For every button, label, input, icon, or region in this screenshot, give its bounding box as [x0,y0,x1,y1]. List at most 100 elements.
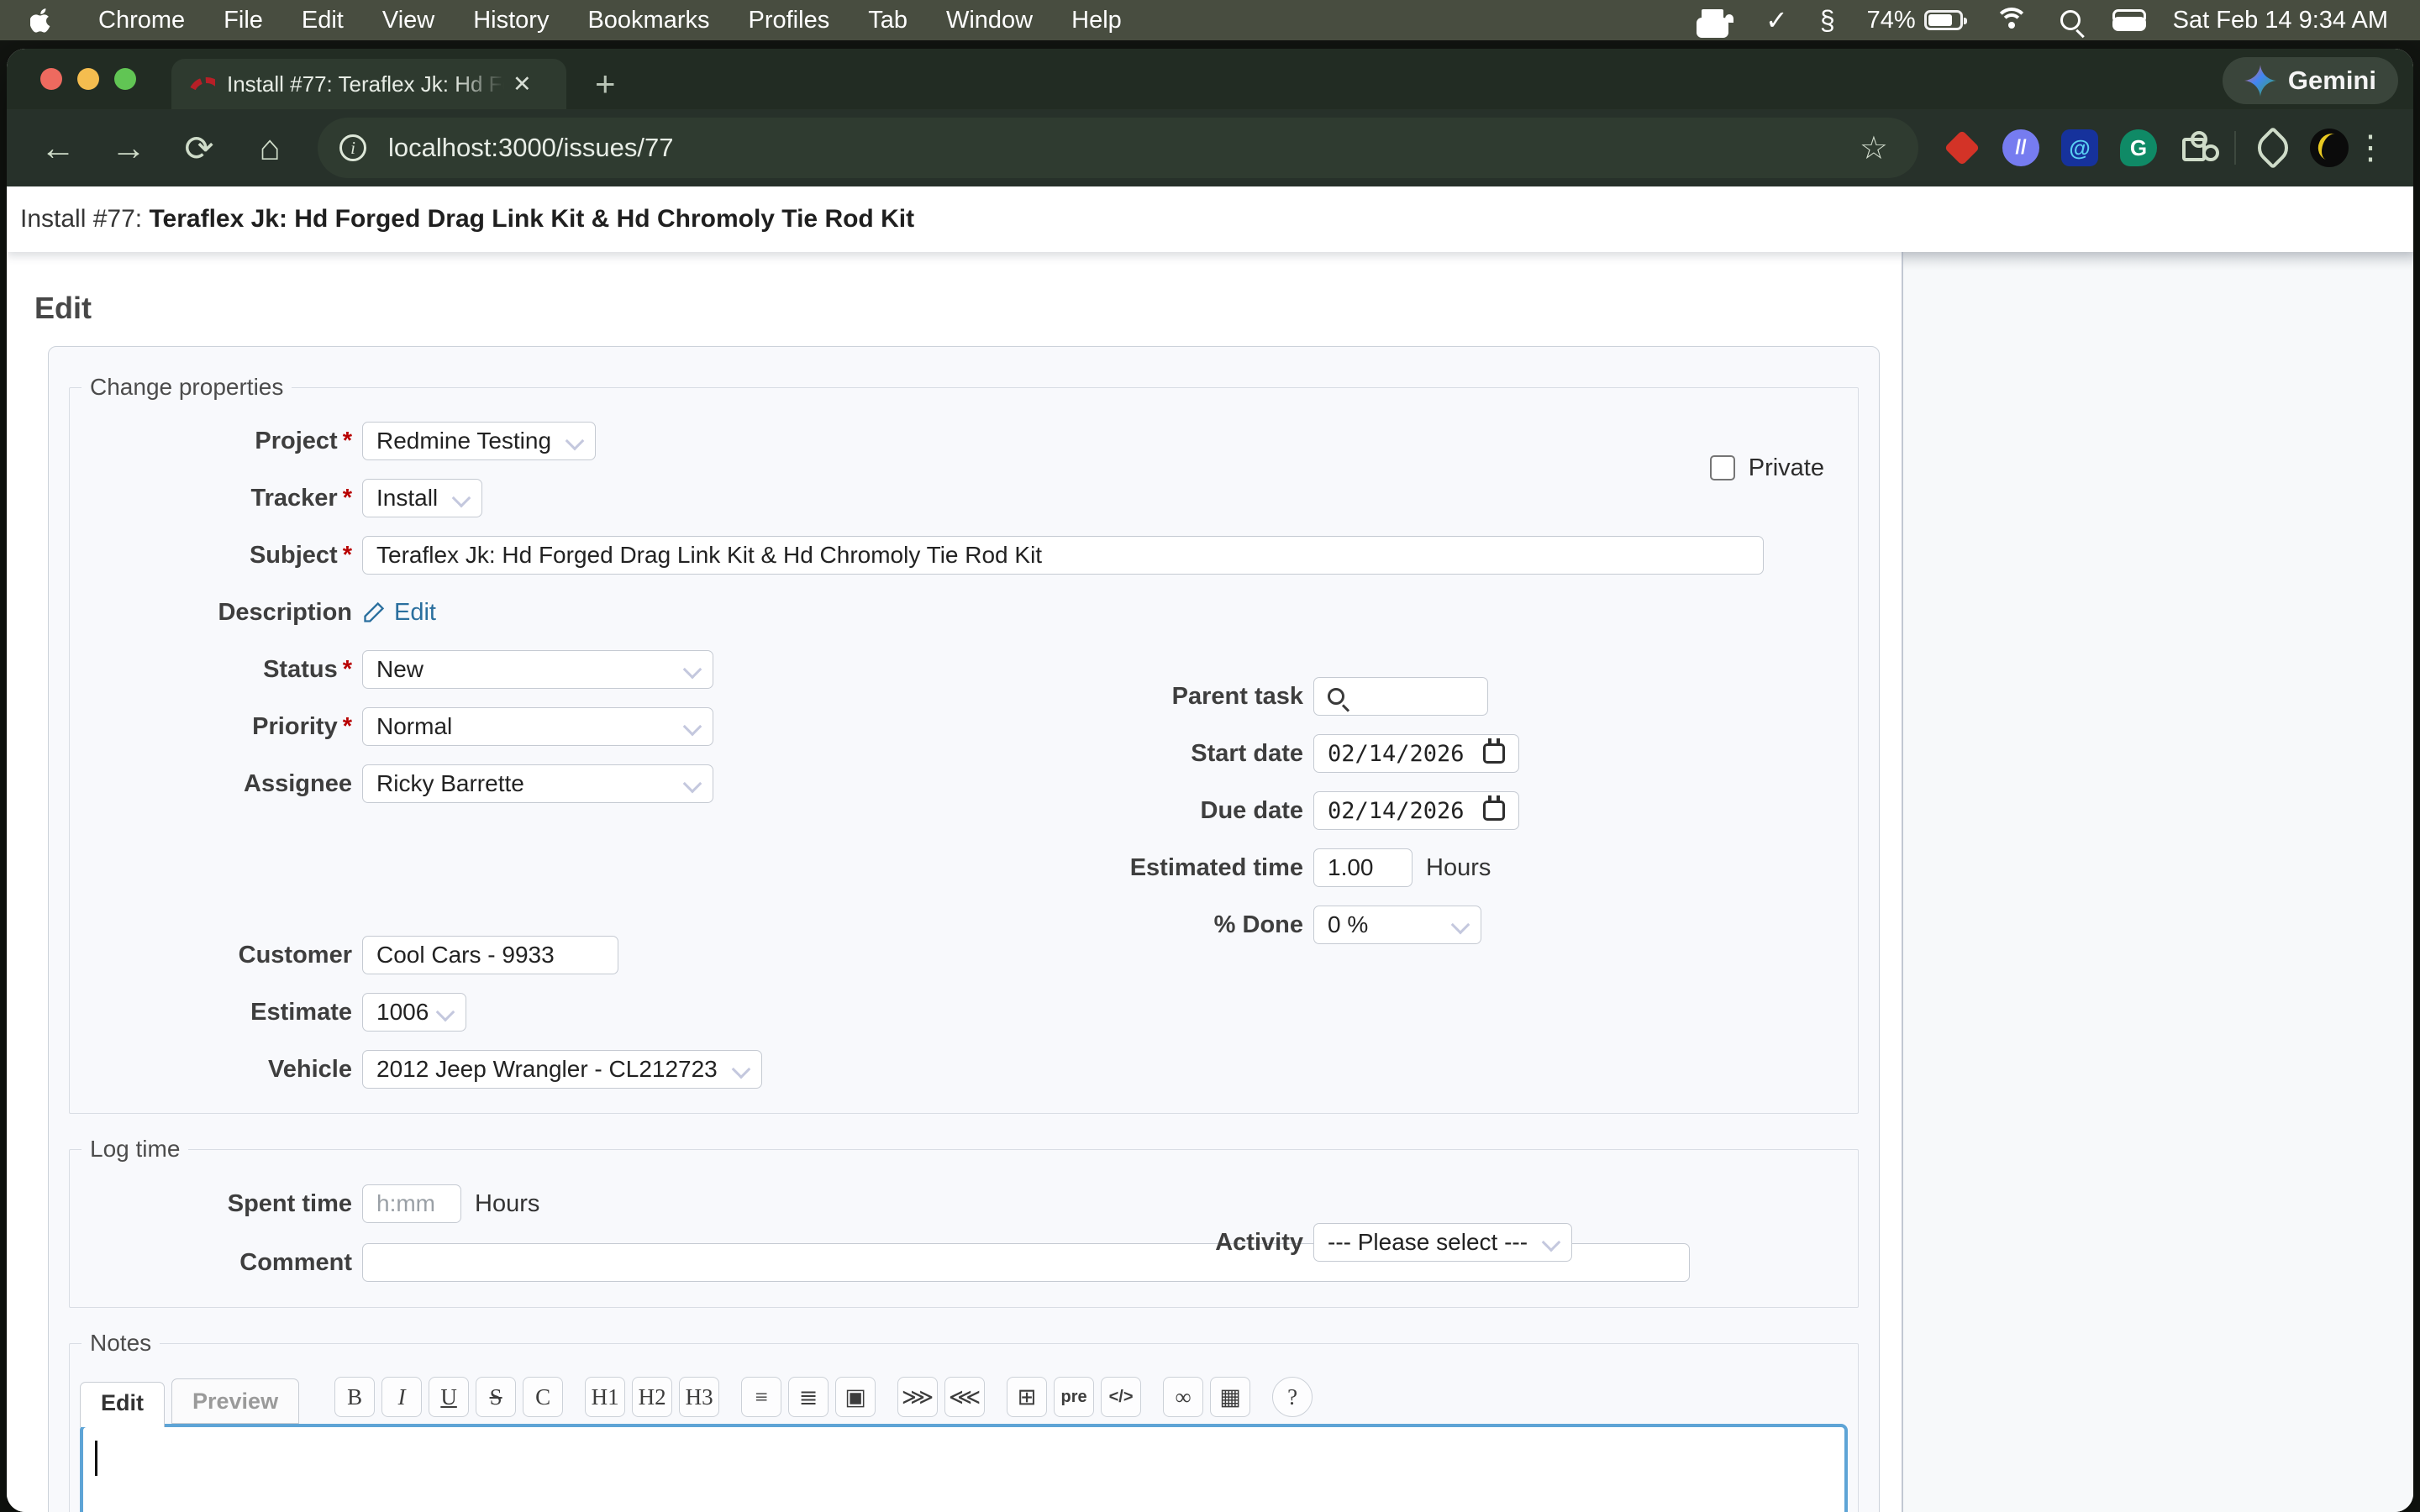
due-date-input[interactable]: 02/14/2026 [1313,791,1519,830]
macos-menubar: ChromeFileEditViewHistoryBookmarksProfil… [0,0,2420,40]
chrome-menu-icon[interactable]: ⋮ [2354,129,2387,167]
project-select[interactable]: Redmine Testing [362,422,596,460]
url-text[interactable]: localhost:3000/issues/77 [388,133,674,163]
tab-strip: Install #77: Teraflex Jk: Hd Fo ✕ + Gemi… [7,49,2413,109]
grammarly-icon[interactable]: G [2120,129,2157,166]
due-date-row: Due date 02/14/2026 [902,782,1893,839]
parent-task-row: Parent task [902,668,1893,725]
extension-red-icon[interactable] [1944,129,1981,166]
address-bar[interactable]: i localhost:3000/issues/77 ☆ [318,118,1918,178]
profile-avatar[interactable] [2310,129,2349,167]
menubar-menu-item[interactable]: File [204,7,282,34]
site-info-icon[interactable]: i [339,134,366,161]
toolbar-help-button[interactable]: ? [1272,1377,1313,1417]
new-tab-button[interactable]: + [595,64,616,104]
toolbar-inline-code-button[interactable]: C [523,1377,563,1417]
tab-close-icon[interactable]: ✕ [513,71,532,97]
change-properties-legend: Change properties [82,374,292,401]
toolbar-heading-1-button[interactable]: H1 [585,1377,625,1417]
forward-button[interactable]: → [109,128,148,168]
toolbar-unordered-list-button[interactable]: ≡ [741,1377,781,1417]
percent-done-select[interactable]: 0 % [1313,906,1481,944]
menubar-menu-item[interactable]: View [363,7,454,34]
assignee-select[interactable]: Ricky Barrette [362,764,713,803]
close-window-button[interactable] [40,68,62,90]
priority-select[interactable]: Normal [362,707,713,746]
tracker-select[interactable]: Install [362,479,482,517]
toolbar-table-button[interactable]: ⊞ [1007,1377,1047,1417]
main-column: Edit Change properties Project* Redmine … [7,252,1902,1512]
reload-button[interactable]: ⟳ [180,128,218,169]
status-select[interactable]: New [362,650,713,689]
toolbar-bold-button[interactable]: B [334,1377,375,1417]
toolbar-blockquote-outdent-button[interactable]: ⋘ [944,1377,985,1417]
battery-indicator[interactable]: 74% [1867,7,1963,34]
menubar-menu-item[interactable]: Help [1052,7,1141,34]
toolbar-preformatted-button[interactable]: pre [1054,1377,1094,1417]
calendar-icon[interactable] [1483,743,1505,764]
window-controls[interactable] [40,68,136,90]
menubar-menu-item[interactable]: Bookmarks [568,7,729,34]
menubar-menu-item[interactable]: Tab [849,7,927,34]
toolbar-strikethrough-button[interactable]: S [476,1377,516,1417]
toolbar-heading-3-button[interactable]: H3 [679,1377,719,1417]
menubar-menu-item[interactable]: History [454,7,568,34]
wifi-icon[interactable] [1995,8,2028,33]
toolbar-code-block-button[interactable]: </> [1101,1377,1141,1417]
private-checkbox[interactable] [1710,455,1735,480]
toolbar-underline-button[interactable]: U [429,1377,469,1417]
browser-tab[interactable]: Install #77: Teraflex Jk: Hd Fo ✕ [171,59,566,109]
zoom-window-button[interactable] [114,68,136,90]
parent-task-input[interactable] [1313,677,1488,716]
log-time-fieldset: Log time Spent time h:mmHours Comment Ac… [69,1136,1859,1308]
issue-header: Install #77: Teraflex Jk: Hd Forged Drag… [7,186,2413,252]
toolbar-italic-button[interactable]: I [381,1377,422,1417]
customer-input[interactable]: Cool Cars - 9933 [362,936,618,974]
home-button[interactable]: ⌂ [250,128,289,168]
menubar-menu-item[interactable]: Chrome [79,7,204,34]
apple-icon[interactable] [30,8,59,33]
squiggle-app-icon[interactable]: § [1820,5,1835,36]
toolbar-blockquote-indent-button[interactable]: ⋙ [897,1377,938,1417]
menubar-clock[interactable]: Sat Feb 14 9:34 AM [2173,7,2388,34]
extension-blue-icon[interactable]: @ [2061,129,2098,166]
menubar-menu-item[interactable]: Profiles [729,7,850,34]
extensions-puzzle-icon[interactable] [2179,131,2212,165]
toolbar-wiki-link-button[interactable]: ∞ [1163,1377,1203,1417]
estimated-time-input[interactable]: 1.00 [1313,848,1413,887]
spent-time-input[interactable]: h:mm [362,1184,461,1223]
vehicle-row: Vehicle 2012 Jeep Wrangler - CL212723 [70,1041,1858,1098]
description-edit-link[interactable]: Edit [362,599,436,627]
notes-tab-edit[interactable]: Edit [80,1382,165,1427]
bookmark-star-icon[interactable]: ☆ [1860,129,1897,167]
toolbar-ordered-list-button[interactable]: ≣ [788,1377,829,1417]
start-date-row: Start date 02/14/2026 [902,725,1893,782]
toolbar-task-list-button[interactable]: ▣ [835,1377,876,1417]
notes-textarea[interactable] [80,1424,1848,1512]
estimate-select[interactable]: 1006 [362,993,466,1032]
battery-saver-icon[interactable] [2252,127,2295,170]
edit-form: Change properties Project* Redmine Testi… [48,346,1880,1512]
toolbar-separator [2234,131,2236,165]
pencil-icon [362,601,386,624]
gemini-sparkle-icon [2244,65,2276,97]
browser-toolbar: ← → ⟳ ⌂ i localhost:3000/issues/77 ☆ // … [7,109,2413,186]
docker-icon[interactable] [1700,8,1733,33]
vehicle-select[interactable]: 2012 Jeep Wrangler - CL212723 [362,1050,762,1089]
notes-tab-preview[interactable]: Preview [171,1378,299,1424]
toolbar-heading-2-button[interactable]: H2 [632,1377,672,1417]
menubar-menu-item[interactable]: Window [927,7,1052,34]
activity-select[interactable]: --- Please select --- [1313,1223,1572,1262]
menubar-menu-item[interactable]: Edit [282,7,363,34]
start-date-input[interactable]: 02/14/2026 [1313,734,1519,773]
control-center-icon[interactable] [2112,9,2141,31]
gemini-button[interactable]: Gemini [2223,57,2398,104]
activity-row: Activity --- Please select --- [902,1213,1893,1272]
spotlight-search-icon[interactable] [2060,10,2081,30]
calendar-icon[interactable] [1483,801,1505,821]
badge-app-icon[interactable]: ✓ [1765,4,1788,36]
toolbar-image-button[interactable]: ▦ [1210,1377,1250,1417]
extension-purple-icon[interactable]: // [2002,129,2039,166]
minimize-window-button[interactable] [77,68,99,90]
back-button[interactable]: ← [39,128,77,168]
